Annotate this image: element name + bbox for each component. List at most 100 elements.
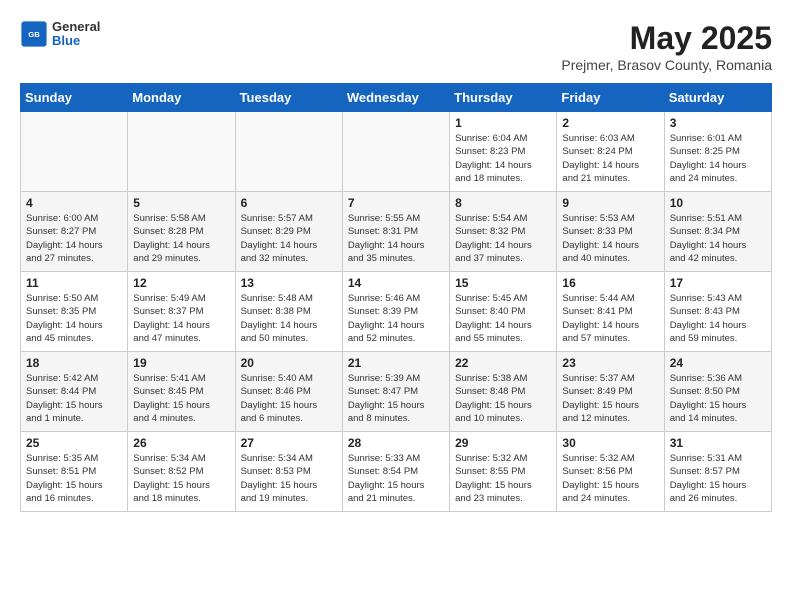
calendar-empty-cell [128, 112, 235, 192]
day-info: Sunrise: 5:34 AMSunset: 8:52 PMDaylight:… [133, 452, 229, 505]
svg-text:GB: GB [28, 30, 40, 39]
day-number: 7 [348, 196, 444, 210]
calendar-day-8: 8 Sunrise: 5:54 AMSunset: 8:32 PMDaylight… [450, 192, 557, 272]
day-info: Sunrise: 5:42 AMSunset: 8:44 PMDaylight:… [26, 372, 122, 425]
day-number: 26 [133, 436, 229, 450]
calendar-day-25: 25 Sunrise: 5:35 AMSunset: 8:51 PMDayligh… [21, 432, 128, 512]
day-info: Sunrise: 5:51 AMSunset: 8:34 PMDaylight:… [670, 212, 766, 265]
calendar-day-11: 11 Sunrise: 5:50 AMSunset: 8:35 PMDayligh… [21, 272, 128, 352]
calendar-week-row: 1 Sunrise: 6:04 AMSunset: 8:23 PMDaylight… [21, 112, 772, 192]
calendar-day-26: 26 Sunrise: 5:34 AMSunset: 8:52 PMDayligh… [128, 432, 235, 512]
logo: GB General Blue [20, 20, 100, 49]
day-number: 31 [670, 436, 766, 450]
calendar-day-15: 15 Sunrise: 5:45 AMSunset: 8:40 PMDayligh… [450, 272, 557, 352]
day-number: 28 [348, 436, 444, 450]
day-number: 22 [455, 356, 551, 370]
calendar-empty-cell [21, 112, 128, 192]
calendar-day-16: 16Sunrise: 5:44 AMSunset: 8:41 PMDayligh… [557, 272, 664, 352]
calendar-day-3: 3 Sunrise: 6:01 AMSunset: 8:25 PMDaylight… [664, 112, 771, 192]
day-number: 13 [241, 276, 337, 290]
day-info: Sunrise: 5:50 AMSunset: 8:35 PMDaylight:… [26, 292, 122, 345]
calendar-empty-cell [342, 112, 449, 192]
day-number: 16 [562, 276, 658, 290]
logo-icon: GB [20, 20, 48, 48]
day-info: Sunrise: 5:54 AMSunset: 8:32 PMDaylight:… [455, 212, 551, 265]
calendar-day-21: 21Sunrise: 5:39 AMSunset: 8:47 PMDayligh… [342, 352, 449, 432]
calendar-header-tuesday: Tuesday [235, 84, 342, 112]
calendar-header-friday: Friday [557, 84, 664, 112]
day-info: Sunrise: 5:41 AMSunset: 8:45 PMDaylight:… [133, 372, 229, 425]
calendar-day-20: 20Sunrise: 5:40 AMSunset: 8:46 PMDayligh… [235, 352, 342, 432]
calendar-day-24: 24 Sunrise: 5:36 AMSunset: 8:50 PMDayligh… [664, 352, 771, 432]
month-title: May 2025 [561, 20, 772, 57]
calendar-day-1: 1 Sunrise: 6:04 AMSunset: 8:23 PMDaylight… [450, 112, 557, 192]
day-number: 18 [26, 356, 122, 370]
day-info: Sunrise: 5:55 AMSunset: 8:31 PMDaylight:… [348, 212, 444, 265]
day-number: 19 [133, 356, 229, 370]
day-number: 1 [455, 116, 551, 130]
day-info: Sunrise: 6:00 AMSunset: 8:27 PMDaylight:… [26, 212, 122, 265]
day-info: Sunrise: 5:39 AMSunset: 8:47 PMDaylight:… [348, 372, 444, 425]
day-number: 5 [133, 196, 229, 210]
day-number: 9 [562, 196, 658, 210]
calendar-header-row: SundayMondayTuesdayWednesdayThursdayFrid… [21, 84, 772, 112]
day-info: Sunrise: 6:03 AMSunset: 8:24 PMDaylight:… [562, 132, 658, 185]
day-number: 17 [670, 276, 766, 290]
day-number: 2 [562, 116, 658, 130]
calendar-day-9: 9 Sunrise: 5:53 AMSunset: 8:33 PMDaylight… [557, 192, 664, 272]
day-info: Sunrise: 5:57 AMSunset: 8:29 PMDaylight:… [241, 212, 337, 265]
logo-blue-text: Blue [52, 34, 100, 48]
day-info: Sunrise: 6:01 AMSunset: 8:25 PMDaylight:… [670, 132, 766, 185]
calendar-week-row: 4Sunrise: 6:00 AMSunset: 8:27 PMDaylight… [21, 192, 772, 272]
day-info: Sunrise: 5:35 AMSunset: 8:51 PMDaylight:… [26, 452, 122, 505]
day-number: 3 [670, 116, 766, 130]
calendar-header-thursday: Thursday [450, 84, 557, 112]
day-number: 8 [455, 196, 551, 210]
day-number: 11 [26, 276, 122, 290]
calendar-week-row: 18 Sunrise: 5:42 AMSunset: 8:44 PMDayligh… [21, 352, 772, 432]
calendar-day-19: 19 Sunrise: 5:41 AMSunset: 8:45 PMDayligh… [128, 352, 235, 432]
calendar-day-4: 4Sunrise: 6:00 AMSunset: 8:27 PMDaylight… [21, 192, 128, 272]
calendar-table: SundayMondayTuesdayWednesdayThursdayFrid… [20, 83, 772, 512]
calendar-day-29: 29Sunrise: 5:32 AMSunset: 8:55 PMDayligh… [450, 432, 557, 512]
calendar-day-13: 13 Sunrise: 5:48 AMSunset: 8:38 PMDayligh… [235, 272, 342, 352]
calendar-day-5: 5 Sunrise: 5:58 AMSunset: 8:28 PMDaylight… [128, 192, 235, 272]
calendar-day-17: 17Sunrise: 5:43 AMSunset: 8:43 PMDayligh… [664, 272, 771, 352]
day-number: 6 [241, 196, 337, 210]
subtitle: Prejmer, Brasov County, Romania [561, 57, 772, 73]
day-number: 23 [562, 356, 658, 370]
day-number: 25 [26, 436, 122, 450]
calendar-day-31: 31Sunrise: 5:31 AMSunset: 8:57 PMDayligh… [664, 432, 771, 512]
calendar-day-12: 12Sunrise: 5:49 AMSunset: 8:37 PMDayligh… [128, 272, 235, 352]
calendar-day-23: 23 Sunrise: 5:37 AMSunset: 8:49 PMDayligh… [557, 352, 664, 432]
calendar-day-18: 18 Sunrise: 5:42 AMSunset: 8:44 PMDayligh… [21, 352, 128, 432]
calendar-header-sunday: Sunday [21, 84, 128, 112]
day-number: 24 [670, 356, 766, 370]
calendar-day-6: 6 Sunrise: 5:57 AMSunset: 8:29 PMDaylight… [235, 192, 342, 272]
title-block: May 2025 Prejmer, Brasov County, Romania [561, 20, 772, 73]
day-info: Sunrise: 5:38 AMSunset: 8:48 PMDaylight:… [455, 372, 551, 425]
calendar-week-row: 25 Sunrise: 5:35 AMSunset: 8:51 PMDayligh… [21, 432, 772, 512]
day-info: Sunrise: 5:33 AMSunset: 8:54 PMDaylight:… [348, 452, 444, 505]
calendar-header-saturday: Saturday [664, 84, 771, 112]
day-info: Sunrise: 5:48 AMSunset: 8:38 PMDaylight:… [241, 292, 337, 345]
day-number: 15 [455, 276, 551, 290]
day-number: 30 [562, 436, 658, 450]
day-info: Sunrise: 5:53 AMSunset: 8:33 PMDaylight:… [562, 212, 658, 265]
day-info: Sunrise: 6:04 AMSunset: 8:23 PMDaylight:… [455, 132, 551, 185]
day-number: 14 [348, 276, 444, 290]
day-info: Sunrise: 5:45 AMSunset: 8:40 PMDaylight:… [455, 292, 551, 345]
day-info: Sunrise: 5:36 AMSunset: 8:50 PMDaylight:… [670, 372, 766, 425]
day-info: Sunrise: 5:58 AMSunset: 8:28 PMDaylight:… [133, 212, 229, 265]
calendar-day-2: 2 Sunrise: 6:03 AMSunset: 8:24 PMDaylight… [557, 112, 664, 192]
calendar-week-row: 11 Sunrise: 5:50 AMSunset: 8:35 PMDayligh… [21, 272, 772, 352]
day-number: 10 [670, 196, 766, 210]
calendar-day-27: 27Sunrise: 5:34 AMSunset: 8:53 PMDayligh… [235, 432, 342, 512]
day-number: 12 [133, 276, 229, 290]
calendar-header-monday: Monday [128, 84, 235, 112]
day-number: 20 [241, 356, 337, 370]
day-info: Sunrise: 5:37 AMSunset: 8:49 PMDaylight:… [562, 372, 658, 425]
calendar-header-wednesday: Wednesday [342, 84, 449, 112]
day-info: Sunrise: 5:32 AMSunset: 8:55 PMDaylight:… [455, 452, 551, 505]
day-info: Sunrise: 5:34 AMSunset: 8:53 PMDaylight:… [241, 452, 337, 505]
